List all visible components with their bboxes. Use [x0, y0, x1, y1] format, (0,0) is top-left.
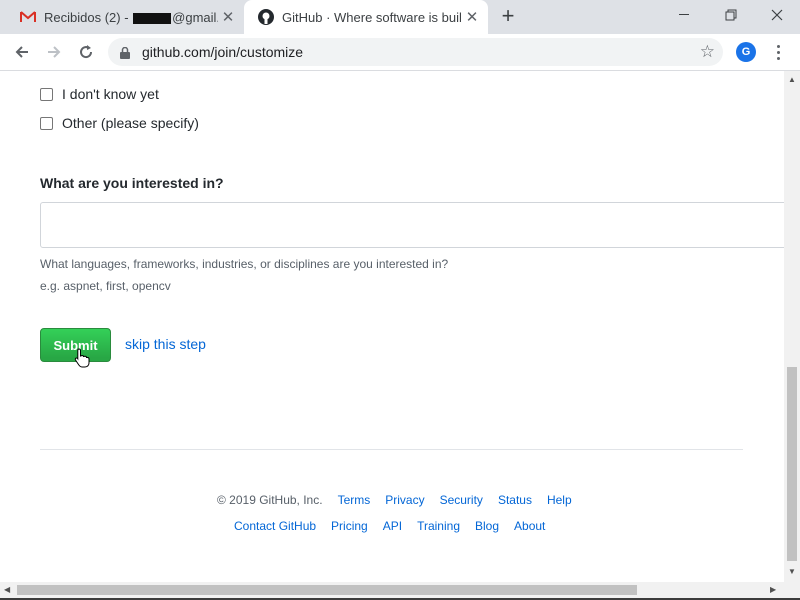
new-tab-button[interactable]: + [498, 5, 518, 27]
back-icon[interactable] [10, 40, 34, 64]
scroll-up-icon[interactable]: ▲ [788, 75, 796, 84]
horizontal-scrollbar[interactable]: ◀ ▶ [0, 582, 800, 598]
address-bar[interactable]: github.com/join/customize ☆ [108, 38, 723, 66]
tab-github[interactable]: GitHub · Where software is built ✕ [244, 0, 488, 34]
checkbox[interactable] [40, 116, 53, 130]
scroll-down-icon[interactable]: ▼ [788, 567, 796, 576]
lock-icon [120, 46, 130, 64]
footer-link-api[interactable]: API [383, 519, 402, 533]
scroll-right-icon[interactable]: ▶ [770, 585, 776, 594]
footer-link-terms[interactable]: Terms [338, 493, 371, 507]
gmail-icon [20, 9, 36, 25]
restore-icon[interactable] [708, 0, 754, 30]
close-tab-icon[interactable]: ✕ [218, 7, 238, 27]
interests-example-text: e.g. aspnet, first, opencv [40, 279, 171, 293]
interests-heading: What are you interested in? [40, 175, 224, 191]
github-icon [258, 9, 274, 25]
footer-divider [40, 449, 743, 450]
footer-links-primary: © 2019 GitHub, Inc. Terms Privacy Securi… [217, 493, 587, 507]
checkbox-option-other[interactable]: Other (please specify) [40, 115, 199, 131]
minimize-icon[interactable] [662, 0, 708, 30]
hand-cursor-icon [74, 348, 90, 373]
footer-link-training[interactable]: Training [417, 519, 460, 533]
scroll-left-icon[interactable]: ◀ [4, 585, 10, 594]
checkbox-label: I don't know yet [62, 86, 159, 102]
footer-link-help[interactable]: Help [547, 493, 572, 507]
checkbox[interactable] [40, 87, 53, 101]
tab-title: GitHub · Where software is built [282, 9, 462, 25]
close-window-icon[interactable] [754, 0, 800, 30]
browser-toolbar: github.com/join/customize ☆ G [0, 34, 800, 71]
page-content: I don't know yet Other (please specify) … [0, 71, 784, 582]
vertical-scrollbar[interactable]: ▲ ▼ [784, 71, 800, 582]
interests-input[interactable] [40, 202, 784, 248]
checkbox-label: Other (please specify) [62, 115, 199, 131]
vertical-scroll-thumb[interactable] [787, 367, 797, 561]
reload-icon[interactable] [74, 40, 98, 64]
footer-link-security[interactable]: Security [440, 493, 483, 507]
copyright-text: © 2019 GitHub, Inc. [217, 493, 323, 507]
horizontal-scroll-thumb[interactable] [17, 585, 637, 595]
checkbox-option-dont-know[interactable]: I don't know yet [40, 86, 159, 102]
forward-icon[interactable] [42, 40, 66, 64]
footer-links-secondary: Contact GitHub Pricing API Training Blog… [234, 519, 560, 533]
footer-link-status[interactable]: Status [498, 493, 532, 507]
profile-avatar[interactable]: G [736, 42, 756, 62]
url-text: github.com/join/customize [142, 44, 304, 60]
menu-icon[interactable] [770, 40, 786, 64]
footer-link-about[interactable]: About [514, 519, 545, 533]
footer-link-privacy[interactable]: Privacy [385, 493, 424, 507]
footer-link-contact[interactable]: Contact GitHub [234, 519, 316, 533]
bookmark-star-icon[interactable]: ☆ [700, 42, 715, 62]
close-tab-icon[interactable]: ✕ [462, 7, 482, 27]
redacted-block [133, 12, 172, 24]
tab-title: Recibidos (2) - @gmail.co [44, 9, 218, 25]
footer-link-pricing[interactable]: Pricing [331, 519, 368, 533]
skip-step-link[interactable]: skip this step [125, 336, 206, 352]
tab-strip: Recibidos (2) - @gmail.co ✕ GitHub · Whe… [0, 0, 800, 34]
tab-gmail[interactable]: Recibidos (2) - @gmail.co ✕ [8, 0, 244, 34]
footer-link-blog[interactable]: Blog [475, 519, 499, 533]
interests-help-text: What languages, frameworks, industries, … [40, 257, 449, 271]
